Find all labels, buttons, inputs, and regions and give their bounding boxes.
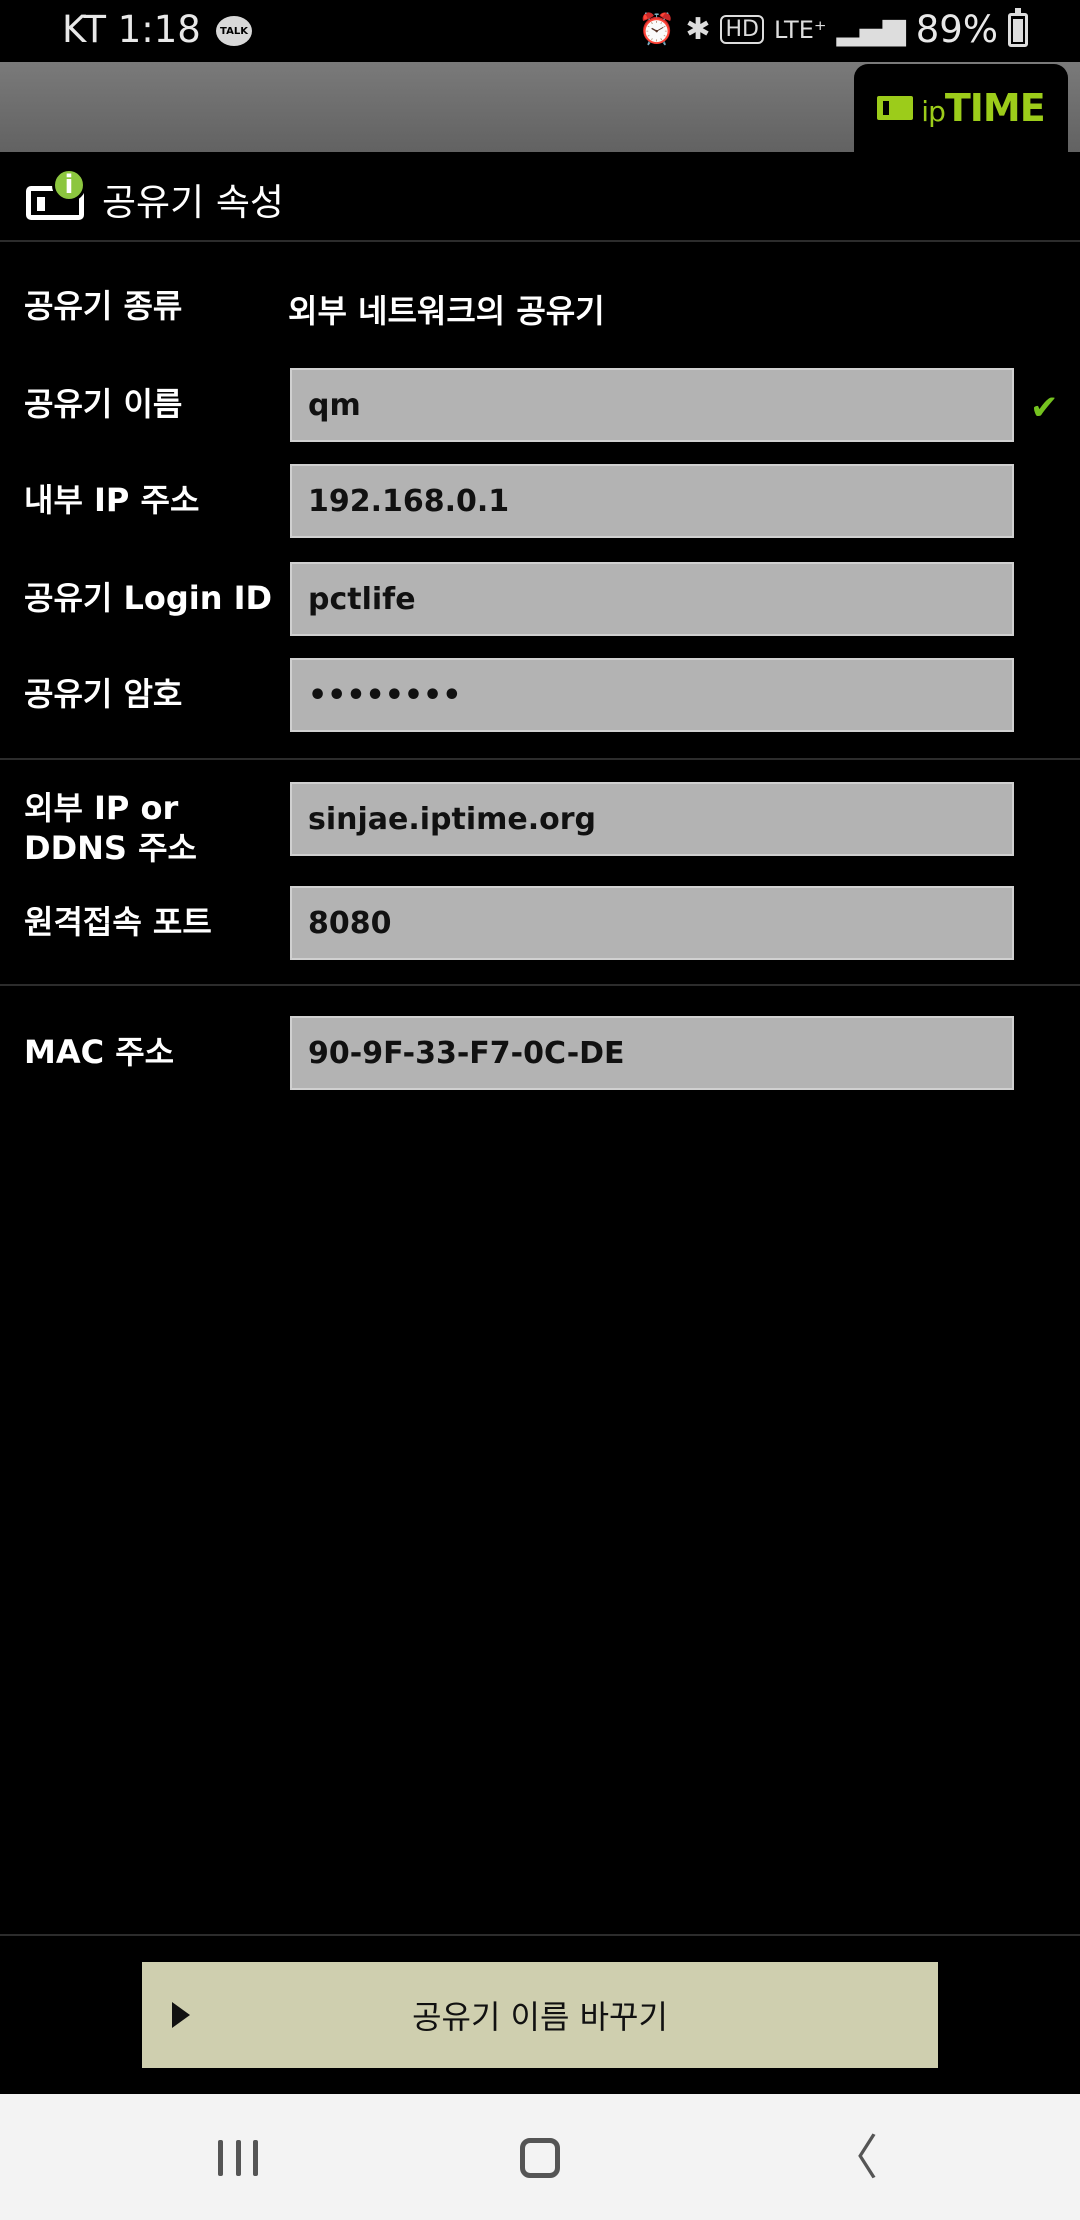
iptime-logo-mark-icon xyxy=(877,96,914,120)
mac-field[interactable]: 90-9F-33-F7-0C-DE xyxy=(290,1016,1014,1090)
divider xyxy=(0,984,1080,986)
battery-icon xyxy=(1008,7,1028,47)
home-icon[interactable] xyxy=(520,2138,560,2178)
back-icon[interactable]: 〈 xyxy=(830,2134,878,2182)
external-ip-label: 외부 IP or DDNS 주소 xyxy=(24,789,197,867)
hd-icon: HD xyxy=(720,15,764,44)
lte-icon: LTE⁺ xyxy=(773,15,827,44)
play-arrow-icon xyxy=(172,2002,190,2028)
internal-ip-label: 내부 IP 주소 xyxy=(24,481,200,519)
divider xyxy=(0,758,1080,760)
talk-notification-icon: TALK xyxy=(216,16,252,46)
divider xyxy=(0,1934,1080,1936)
router-type-label: 공유기 종류 xyxy=(24,287,183,325)
login-id-label: 공유기 Login ID xyxy=(24,579,273,617)
internal-ip-field[interactable]: 192.168.0.1 xyxy=(290,464,1014,538)
divider xyxy=(0,240,1080,242)
page-title: 공유기 속성 xyxy=(102,181,284,224)
check-icon: ✔ xyxy=(1030,388,1059,428)
alarm-icon: ⏰ xyxy=(637,12,676,47)
router-name-field[interactable]: qm xyxy=(290,368,1014,442)
recent-apps-icon[interactable] xyxy=(218,2140,258,2176)
login-id-field[interactable]: pctlife xyxy=(290,562,1014,636)
password-field[interactable]: •••••••• xyxy=(290,658,1014,732)
password-label: 공유기 암호 xyxy=(24,675,183,713)
remote-port-label: 원격접속 포트 xyxy=(24,903,212,941)
external-ip-field[interactable]: sinjae.iptime.org xyxy=(290,782,1014,856)
router-type-value: 외부 네트워크의 공유기 xyxy=(288,292,605,330)
bluetooth-icon: ✱ xyxy=(685,12,711,47)
remote-port-field[interactable]: 8080 xyxy=(290,886,1014,960)
battery-percent: 89% xyxy=(915,8,998,51)
mac-label: MAC 주소 xyxy=(24,1033,175,1071)
router-name-label: 공유기 이름 xyxy=(24,385,183,423)
status-icons: ⏰ ✱ HD LTE⁺ ▂▄▆ 89% xyxy=(637,7,1028,51)
signal-icon: ▂▄▆ xyxy=(836,12,906,47)
rename-router-button[interactable]: 공유기 이름 바꾸기 xyxy=(142,1962,938,2068)
iptime-logo-text: ipTIME xyxy=(921,86,1045,130)
iptime-logo: ipTIME xyxy=(854,64,1068,152)
router-info-icon: i xyxy=(24,168,88,222)
status-carrier-time: KT 1:18 xyxy=(62,8,201,51)
rename-router-label: 공유기 이름 바꾸기 xyxy=(412,1998,668,2036)
